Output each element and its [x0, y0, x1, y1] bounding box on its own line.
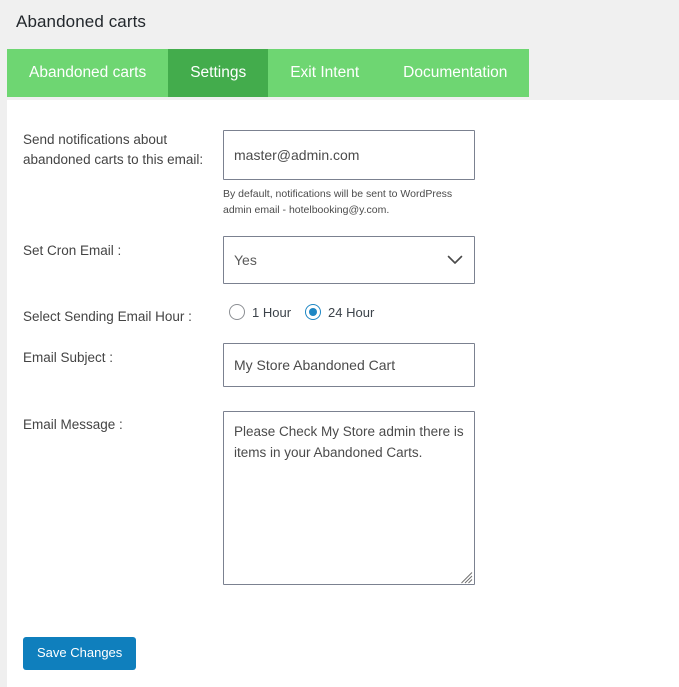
save-changes-button[interactable]: Save Changes [23, 637, 136, 670]
cron-email-selected-value: Yes [234, 252, 257, 268]
tab-label: Exit Intent [290, 65, 359, 81]
tab-documentation[interactable]: Documentation [381, 49, 529, 97]
sending-hour-label: Select Sending Email Hour : [23, 307, 223, 327]
radio-label: 1 Hour [252, 305, 291, 320]
notification-email-control: By default, notifications will be sent t… [223, 130, 477, 218]
tab-settings[interactable]: Settings [168, 49, 268, 97]
email-subject-label: Email Subject : [23, 348, 223, 368]
tab-bar: Abandoned carts Settings Exit Intent Doc… [7, 49, 529, 97]
page-title: Abandoned carts [16, 12, 146, 32]
email-message-wrap [223, 411, 475, 585]
email-subject-control [223, 343, 475, 387]
settings-panel: Send notifications about abandoned carts… [7, 100, 679, 687]
radio-icon [229, 304, 245, 320]
radio-option-1-hour[interactable]: 1 Hour [229, 304, 291, 320]
tab-exit-intent[interactable]: Exit Intent [268, 49, 381, 97]
email-message-control [223, 411, 475, 585]
cron-email-select[interactable]: Yes [223, 236, 475, 284]
email-subject-input[interactable] [223, 343, 475, 387]
radio-option-24-hour[interactable]: 24 Hour [305, 304, 374, 320]
tab-abandoned-carts[interactable]: Abandoned carts [7, 49, 168, 97]
email-message-label: Email Message : [23, 415, 223, 435]
sending-hour-radio-group: 1 Hour 24 Hour [229, 304, 374, 320]
tab-label: Settings [190, 65, 246, 81]
tab-label: Documentation [403, 65, 507, 81]
email-message-textarea[interactable] [223, 411, 475, 585]
tab-label: Abandoned carts [29, 65, 146, 81]
cron-email-select-wrap: Yes [223, 236, 475, 284]
cron-email-control: Yes [223, 236, 475, 284]
radio-icon-selected [305, 304, 321, 320]
sending-hour-control: 1 Hour 24 Hour [229, 304, 374, 320]
cron-email-label: Set Cron Email : [23, 241, 223, 261]
notification-email-label: Send notifications about abandoned carts… [23, 130, 223, 170]
radio-label: 24 Hour [328, 305, 374, 320]
notification-email-input[interactable] [223, 130, 475, 180]
notification-email-help: By default, notifications will be sent t… [223, 186, 477, 218]
page-header: Abandoned carts Abandoned carts Settings… [0, 0, 679, 100]
admin-page: Abandoned carts Abandoned carts Settings… [0, 0, 679, 687]
